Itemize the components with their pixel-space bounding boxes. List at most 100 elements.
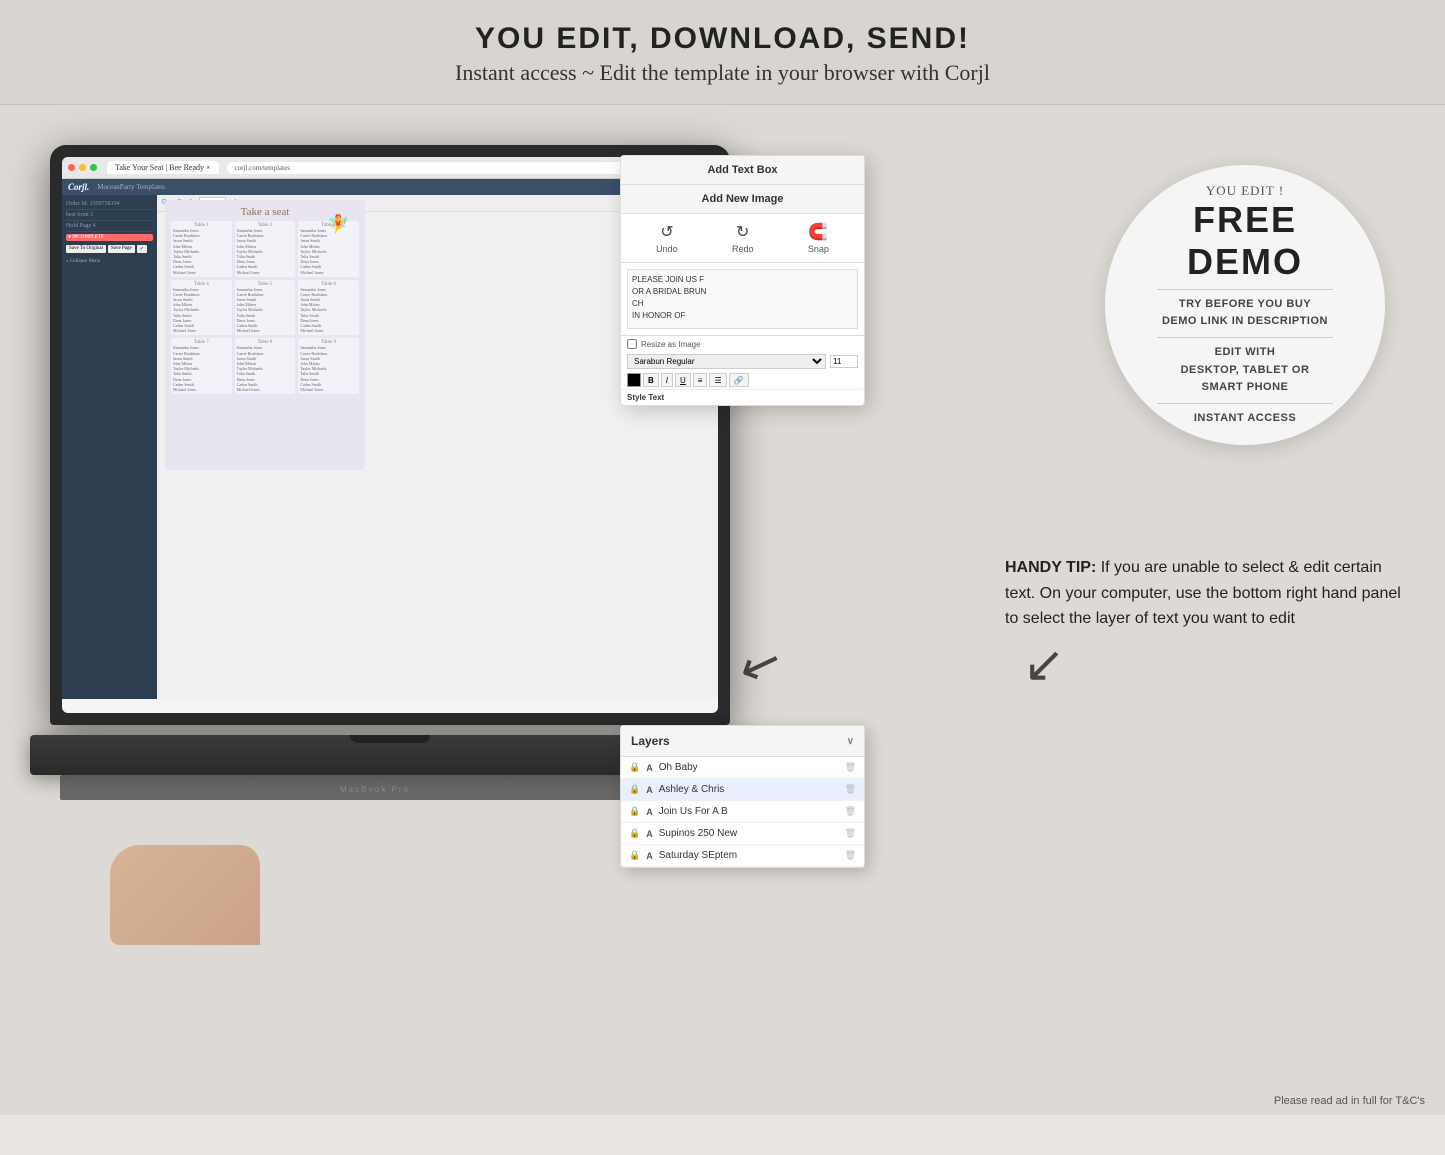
layers-panel: Layers ∨ 🔒 A Oh Baby 🗑 🔒 A Ashley & Chri…	[620, 725, 865, 868]
hand-shape	[110, 845, 260, 945]
demo-devices: DESKTOP, TABLET OR	[1181, 362, 1310, 380]
check-btn[interactable]: ✓	[137, 245, 147, 253]
top-banner: YOU EDIT, DOWNLOAD, SEND! Instant access…	[0, 0, 1445, 105]
redo-button[interactable]: ↻ Redo	[732, 222, 754, 254]
demo-edit-with: EDIT WITH	[1215, 344, 1276, 362]
incomplete-badge: ● INCOMPLETE	[66, 234, 153, 241]
layer-item-0[interactable]: 🔒 A Oh Baby 🗑	[621, 757, 864, 779]
trash-icon-4[interactable]: 🗑	[845, 850, 856, 861]
minimize-dot	[79, 164, 86, 171]
trash-icon-2[interactable]: 🗑	[845, 806, 856, 817]
main-title: YOU EDIT, DOWNLOAD, SEND!	[20, 22, 1425, 56]
layers-chevron-icon[interactable]: ∨	[847, 736, 854, 747]
collapse-menu[interactable]: « Collapse Menu	[66, 259, 153, 264]
table-2-names: Samantha JonesCarrie BradshawJason Smith…	[237, 228, 294, 275]
undo-button[interactable]: ↺ Undo	[656, 222, 678, 254]
demo-demo-text: DEMO	[1187, 241, 1303, 283]
demo-link: DEMO LINK IN DESCRIPTION	[1162, 313, 1328, 331]
add-text-box-button[interactable]: Add Text Box	[621, 156, 864, 185]
save-btn-sm[interactable]: Save To Original	[66, 245, 106, 253]
snap-label: Snap	[808, 244, 829, 254]
bold-button[interactable]: B	[643, 373, 659, 387]
table-5-names: Samantha JonesCarrie BradshawJason Smith…	[237, 287, 294, 334]
handy-tip: HANDY TIP: If you are unable to select &…	[1005, 555, 1405, 632]
sub-title: Instant access ~ Edit the template in yo…	[20, 60, 1425, 86]
trash-icon-0[interactable]: 🗑	[845, 762, 856, 773]
table-9-names: Samantha JonesCarrie BradshawJason Smith…	[300, 345, 357, 392]
sidebar-actions: Save To Original Save Page ✓	[66, 245, 153, 253]
layer-item-3[interactable]: 🔒 A Supinos 250 New 🗑	[621, 823, 864, 845]
snap-icon: 🧲	[808, 222, 828, 242]
undo-label: Undo	[656, 244, 678, 254]
demo-instant: INSTANT ACCESS	[1194, 410, 1296, 428]
layer-type-4: A	[646, 851, 653, 861]
table-8-names: Samantha JonesCarrie BradshawJason Smith…	[237, 345, 294, 392]
demo-divider-3	[1157, 403, 1333, 404]
sidebar-item-2[interactable]: Hold Page 4	[66, 221, 153, 232]
table-6-block: Table 6 Samantha JonesCarrie BradshawJas…	[298, 280, 359, 336]
underline-button[interactable]: U	[675, 373, 691, 387]
save-page-btn[interactable]: Save Page	[108, 245, 135, 253]
table-9-block: Table 9 Samantha JonesCarrie BradshawJas…	[298, 338, 359, 394]
resize-checkbox[interactable]	[627, 339, 637, 349]
style-row: B I U ≡ ☰ 🔗	[621, 371, 864, 389]
table-4-block: Table 4 Samantha JonesCarrie BradshawJas…	[171, 280, 232, 336]
resize-label: Resize as Image	[641, 340, 701, 349]
seating-grid: Table 1 Samantha JonesCarrie BradshawJas…	[171, 221, 359, 394]
layer-type-3: A	[646, 829, 653, 839]
demo-divider-1	[1157, 289, 1333, 290]
close-dot	[68, 164, 75, 171]
free-demo-circle: YOU EDIT ! FREE DEMO TRY BEFORE YOU BUY …	[1105, 165, 1385, 445]
layer-name-3: Supinos 250 New	[659, 828, 839, 839]
style-text-label: Style Text	[621, 389, 864, 405]
maximize-dot	[90, 164, 97, 171]
sidebar-item-1[interactable]: best front 1	[66, 210, 153, 221]
macbook-label: MacBook Pro	[340, 785, 410, 794]
layer-type-0: A	[646, 763, 653, 773]
layer-item-4[interactable]: 🔒 A Saturday SEptem 🗑	[621, 845, 864, 867]
align-left-button[interactable]: ≡	[693, 373, 708, 387]
svg-text:🧚: 🧚	[327, 213, 349, 234]
table-7-names: Samantha JonesCarrie BradshawJason Smith…	[173, 345, 230, 392]
demo-free-text: FREE	[1193, 199, 1297, 241]
font-select[interactable]: Sarabun Regular	[627, 354, 826, 369]
text-content-display[interactable]: PLEASE JOIN US FOR A BRIDAL BRUNCHIN HON…	[627, 269, 858, 329]
link-button[interactable]: 🔗	[729, 373, 749, 387]
table-7-block: Table 7 Samantha JonesCarrie BradshawJas…	[171, 338, 232, 394]
sidebar-order-id: Order Id: 1509758194	[66, 199, 153, 210]
layer-item-2[interactable]: 🔒 A Join Us For A B 🗑	[621, 801, 864, 823]
resize-as-image-row: Resize as Image	[621, 336, 864, 352]
layer-item-1[interactable]: 🔒 A Ashley & Chris 🗑	[621, 779, 864, 801]
lock-icon-2: 🔒	[629, 806, 640, 817]
layers-header: Layers ∨	[621, 726, 864, 757]
layers-title: Layers	[631, 734, 670, 748]
browser-tab[interactable]: Take Your Seat | Bee Ready ×	[107, 161, 219, 174]
redo-label: Redo	[732, 244, 754, 254]
undo-icon: ↺	[660, 222, 673, 242]
table-8-block: Table 8 Samantha JonesCarrie BradshawJas…	[235, 338, 296, 394]
add-new-image-button[interactable]: Add New Image	[621, 185, 864, 214]
layer-name-2: Join Us For A B	[659, 806, 839, 817]
color-swatch[interactable]	[627, 373, 641, 387]
trash-icon-3[interactable]: 🗑	[845, 828, 856, 839]
demo-divider-2	[1157, 337, 1333, 338]
seating-chart-canvas: Take a seat 🧚 Table 1 Samantha JonesCarr…	[165, 200, 365, 470]
handy-tip-text: HANDY TIP: If you are unable to select &…	[1005, 555, 1405, 632]
lock-icon-0: 🔒	[629, 762, 640, 773]
lock-icon-4: 🔒	[629, 850, 640, 861]
corjl-logo: Corjl.	[68, 182, 89, 192]
align-center-button[interactable]: ☰	[709, 373, 726, 387]
snap-button[interactable]: 🧲 Snap	[808, 222, 829, 254]
redo-icon: ↻	[736, 222, 749, 242]
layer-name-4: Saturday SEptem	[659, 850, 839, 861]
lock-icon-3: 🔒	[629, 828, 640, 839]
font-size-input[interactable]	[830, 355, 858, 368]
demo-smart-phone: SMART PHONE	[1202, 379, 1289, 397]
layer-type-2: A	[646, 807, 653, 817]
lock-icon-1: 🔒	[629, 784, 640, 795]
main-content: Take Your Seat | Bee Ready × corjl.com/t…	[0, 105, 1445, 1115]
trash-icon-1[interactable]: 🗑	[845, 784, 856, 795]
laptop-notch	[350, 735, 430, 743]
table-4-names: Samantha JonesCarrie BradshawJason Smith…	[173, 287, 230, 334]
italic-button[interactable]: I	[661, 373, 673, 387]
